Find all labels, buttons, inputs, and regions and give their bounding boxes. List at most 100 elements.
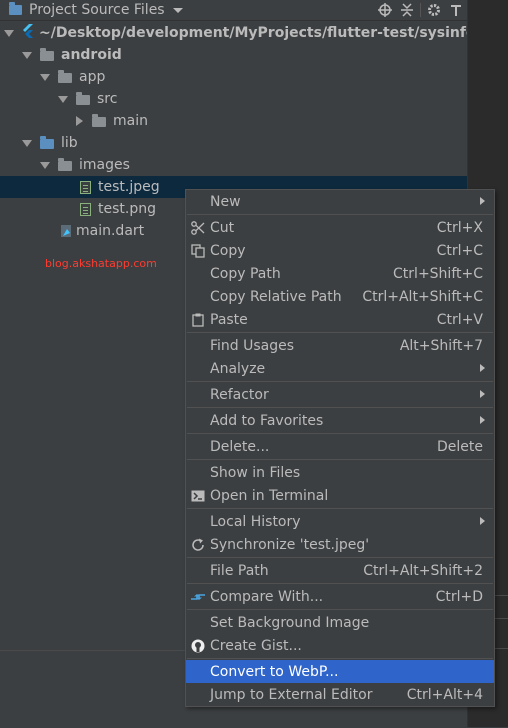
- menu-label: Cut: [210, 219, 235, 236]
- menu-item-paste[interactable]: Paste Ctrl+V: [186, 308, 494, 331]
- folder-icon: [40, 48, 54, 61]
- menu-label: Synchronize 'test.jpeg': [210, 536, 370, 553]
- refresh-icon: [190, 537, 206, 553]
- menu-label: Create Gist...: [210, 637, 302, 654]
- tree-label-src: src: [97, 91, 118, 107]
- tree-row-src[interactable]: src: [0, 88, 467, 110]
- chevron-down-icon[interactable]: [40, 161, 50, 169]
- menu-label: Jump to External Editor: [210, 686, 373, 703]
- tree-label-lib: lib: [61, 135, 78, 151]
- menu-item-convert-to-webp[interactable]: Convert to WebP...: [186, 660, 494, 683]
- flutter-icon: [22, 24, 33, 42]
- tree-row-images[interactable]: images: [0, 154, 467, 176]
- github-icon: [190, 638, 206, 654]
- tree-root-row[interactable]: ~/Desktop/development/MyProjects/flutter…: [0, 22, 476, 44]
- chevron-down-icon[interactable]: [22, 139, 32, 147]
- locate-icon[interactable]: [374, 0, 396, 20]
- menu-item-synchronize[interactable]: Synchronize 'test.jpeg': [186, 533, 494, 556]
- chevron-down-icon[interactable]: [58, 95, 68, 103]
- dart-file-icon: [60, 224, 72, 238]
- menu-item-file-path[interactable]: File Path Ctrl+Alt+Shift+2: [186, 559, 494, 582]
- menu-item-open-in-terminal[interactable]: Open in Terminal: [186, 484, 494, 507]
- menu-separator: [187, 609, 493, 610]
- menu-item-set-background-image[interactable]: Set Background Image: [186, 611, 494, 634]
- tree-row-main[interactable]: main: [0, 110, 467, 132]
- menu-shortcut: Ctrl+Alt+Shift+C: [362, 288, 483, 305]
- menu-shortcut: Ctrl+V: [436, 311, 483, 328]
- menu-separator: [187, 459, 493, 460]
- folder-icon: [58, 158, 72, 171]
- menu-shortcut: Ctrl+C: [436, 242, 483, 259]
- menu-shortcut: Ctrl+Alt+Shift+2: [363, 562, 483, 579]
- tree-row-app[interactable]: app: [0, 66, 467, 88]
- image-file-icon: [80, 202, 91, 216]
- menu-shortcut: Ctrl+Shift+C: [393, 265, 483, 282]
- project-panel-header: Project Source Files: [0, 0, 467, 21]
- menu-item-cut[interactable]: Cut Ctrl+X: [186, 216, 494, 239]
- menu-label: Convert to WebP...: [210, 663, 339, 680]
- chevron-down-icon[interactable]: [40, 73, 50, 81]
- project-folder-icon: [9, 2, 22, 15]
- menu-separator: [187, 658, 493, 659]
- menu-label: Find Usages: [210, 337, 295, 354]
- chevron-right-icon: [480, 416, 485, 424]
- chevron-right-icon: [480, 517, 485, 525]
- terminal-icon: [190, 488, 206, 504]
- menu-separator: [187, 508, 493, 509]
- chevron-right-icon: [480, 197, 485, 205]
- tree-label-app: app: [79, 69, 106, 85]
- menu-label: Add to Favorites: [210, 412, 324, 429]
- tree-row-android[interactable]: android: [0, 44, 467, 66]
- menu-separator: [187, 407, 493, 408]
- copy-icon: [190, 243, 206, 259]
- chevron-down-icon[interactable]: [22, 51, 32, 59]
- project-view-selector[interactable]: Project Source Files: [29, 2, 165, 18]
- menu-item-jump-to-external-editor[interactable]: Jump to External Editor Ctrl+Alt+4: [186, 683, 494, 706]
- menu-label: Compare With...: [210, 588, 324, 605]
- menu-label: File Path: [210, 562, 269, 579]
- chevron-down-icon[interactable]: [172, 7, 183, 13]
- folder-icon: [76, 92, 90, 105]
- menu-label: Delete...: [210, 438, 270, 455]
- context-menu: New Cut Ctrl+X Copy Ctrl+C Copy Path Ctr…: [185, 189, 495, 707]
- source-folder-icon: [40, 136, 54, 149]
- collapse-all-icon[interactable]: [396, 0, 418, 20]
- tree-label-main: main: [113, 113, 148, 129]
- gear-icon[interactable]: [423, 0, 445, 20]
- menu-label: Refactor: [210, 386, 269, 403]
- menu-label: Copy Relative Path: [210, 288, 342, 305]
- tree-label-images: images: [79, 157, 130, 173]
- menu-item-show-in-files[interactable]: Show in Files: [186, 461, 494, 484]
- menu-item-analyze[interactable]: Analyze: [186, 357, 494, 380]
- menu-item-copy[interactable]: Copy Ctrl+C: [186, 239, 494, 262]
- menu-item-refactor[interactable]: Refactor: [186, 383, 494, 406]
- divider: [494, 595, 508, 596]
- menu-item-copy-relative-path[interactable]: Copy Relative Path Ctrl+Alt+Shift+C: [186, 285, 494, 308]
- divider: [494, 618, 508, 619]
- menu-shortcut: Ctrl+X: [436, 219, 483, 236]
- tree-row-lib[interactable]: lib: [0, 132, 467, 154]
- menu-item-compare-with[interactable]: Compare With... Ctrl+D: [186, 585, 494, 608]
- image-file-icon: [80, 180, 91, 194]
- menu-separator: [187, 433, 493, 434]
- chevron-down-icon[interactable]: [4, 29, 14, 37]
- menu-item-new[interactable]: New: [186, 190, 494, 213]
- menu-item-create-gist[interactable]: Create Gist...: [186, 634, 494, 657]
- menu-label: Copy Path: [210, 265, 281, 282]
- menu-item-delete[interactable]: Delete... Delete: [186, 435, 494, 458]
- scissors-icon: [190, 220, 206, 236]
- clipboard-icon: [190, 312, 206, 328]
- chevron-right-icon[interactable]: [76, 116, 83, 126]
- menu-shortcut: Ctrl+D: [435, 588, 483, 605]
- chevron-right-icon: [480, 390, 485, 398]
- menu-item-find-usages[interactable]: Find Usages Alt+Shift+7: [186, 334, 494, 357]
- menu-separator: [187, 332, 493, 333]
- hide-panel-icon[interactable]: [445, 0, 467, 20]
- tree-label-root: ~/Desktop/development/MyProjects/flutter…: [39, 25, 476, 41]
- menu-item-local-history[interactable]: Local History: [186, 510, 494, 533]
- menu-label: Set Background Image: [210, 614, 370, 631]
- watermark-text: blog.akshatapp.com: [45, 257, 157, 270]
- menu-item-add-to-favorites[interactable]: Add to Favorites: [186, 409, 494, 432]
- menu-item-copy-path[interactable]: Copy Path Ctrl+Shift+C: [186, 262, 494, 285]
- compare-icon: [190, 589, 206, 605]
